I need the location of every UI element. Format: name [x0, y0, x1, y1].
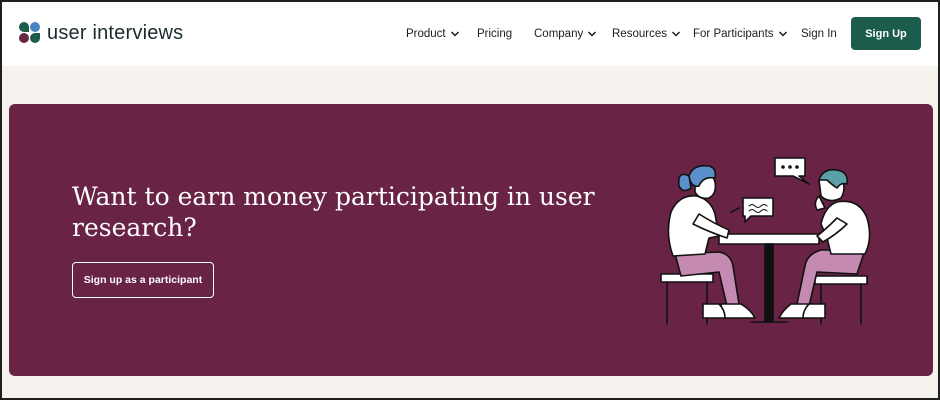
nav-item-label: Resources [612, 28, 667, 40]
nav-item-product[interactable]: Product [406, 22, 460, 46]
logo-mark-icon [19, 22, 41, 44]
brand-logo[interactable]: user interviews [19, 20, 183, 46]
nav-item-label: Sign In [801, 28, 837, 40]
nav-item-label: Product [406, 28, 446, 40]
chevron-down-icon [450, 31, 459, 37]
top-navigation-bar: user interviews Product Pricing Company … [0, 0, 940, 66]
nav-item-pricing[interactable]: Pricing [477, 22, 512, 46]
chevron-down-icon [778, 31, 787, 37]
hero-background: Want to earn money participating in user… [9, 104, 933, 376]
chevron-down-icon [671, 31, 680, 37]
nav-item-resources[interactable]: Resources [612, 22, 681, 46]
brand-name: user interviews [47, 21, 184, 44]
hero-headline: Want to earn money participating in user… [72, 182, 595, 242]
participant-signup-button[interactable]: Sign up as a participant [72, 262, 214, 298]
sign-up-button[interactable]: Sign Up [851, 17, 921, 50]
nav-item-label: Pricing [477, 28, 513, 40]
nav-item-label: For Participants [693, 28, 774, 40]
nav-item-label: Company [534, 28, 584, 40]
two-people-conversation-illustration [660, 157, 871, 325]
hero-banner: Want to earn money participating in user… [9, 104, 933, 376]
nav-item-company[interactable]: Company [534, 22, 597, 46]
nav-item-sign-in[interactable]: Sign In [801, 22, 837, 46]
chevron-down-icon [588, 31, 597, 37]
nav-item-for-participants[interactable]: For Participants [693, 22, 788, 46]
